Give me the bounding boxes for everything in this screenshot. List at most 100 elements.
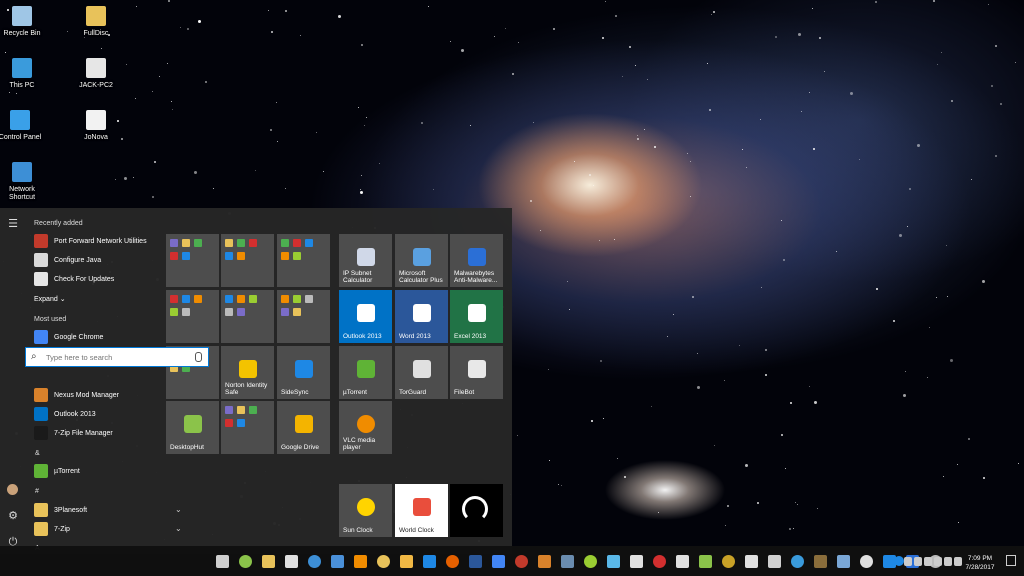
app-icon-5[interactable] xyxy=(699,555,712,568)
chevron-down-icon[interactable]: ⌄ xyxy=(175,524,182,533)
star xyxy=(739,345,740,346)
folder-tile[interactable] xyxy=(166,290,219,343)
edge-icon[interactable] xyxy=(423,555,436,568)
app-tile[interactable]: Malwarebytes Anti-Malware... xyxy=(450,234,503,287)
app-tile[interactable]: Norton Identity Safe xyxy=(221,346,274,399)
app-icon-10[interactable] xyxy=(860,555,873,568)
mail-icon[interactable] xyxy=(285,555,298,568)
app-tile[interactable]: World Clock xyxy=(395,484,448,537)
app-icon-9[interactable] xyxy=(837,555,850,568)
app-list-item-utorrent[interactable]: µTorrent xyxy=(34,463,184,479)
letter-header-amp[interactable]: & xyxy=(35,450,40,457)
airplane-icon[interactable] xyxy=(745,555,758,568)
star xyxy=(270,129,272,131)
app-tile[interactable]: Word 2013 xyxy=(395,290,448,343)
desktop-icon[interactable]: JoNova xyxy=(72,110,120,142)
app-tile[interactable]: FileBot xyxy=(450,346,503,399)
network-icon[interactable] xyxy=(308,555,321,568)
wifi-icon[interactable] xyxy=(944,557,952,566)
tray-icon-3[interactable] xyxy=(924,557,932,566)
app-tile[interactable]: TorGuard xyxy=(395,346,448,399)
tray-icon-2[interactable] xyxy=(914,557,922,566)
desktop-icon[interactable]: Control Panel xyxy=(0,110,44,142)
tray-icon-1[interactable] xyxy=(904,557,912,566)
app-list-item[interactable]: Port Forward Network Utilities xyxy=(34,233,184,249)
star xyxy=(512,73,514,75)
folder-icon[interactable] xyxy=(377,555,390,568)
app-tile[interactable]: Microsoft Calculator Plus xyxy=(395,234,448,287)
desktop-icon[interactable]: Recycle Bin xyxy=(0,6,46,38)
search-input[interactable] xyxy=(46,350,186,364)
desktop-icon[interactable]: JACK-PC2 xyxy=(72,58,120,90)
media-icon[interactable] xyxy=(400,555,413,568)
hamburger-menu-icon[interactable]: ☰ xyxy=(7,218,19,230)
app-tile[interactable]: Outlook 2013 xyxy=(339,290,392,343)
app-tile[interactable] xyxy=(450,484,503,537)
app-tile[interactable]: Google Drive xyxy=(277,401,330,454)
app-list-item[interactable]: 3Planesoft xyxy=(34,502,184,518)
nexus-icon[interactable] xyxy=(538,555,551,568)
folder-tile[interactable] xyxy=(166,234,219,287)
app-tile[interactable]: IP Subnet Calculator xyxy=(339,234,392,287)
word-icon[interactable] xyxy=(469,555,482,568)
most-used-heading: Most used xyxy=(34,316,67,323)
system-clock[interactable]: 7:09 PM 7/28/2017 xyxy=(960,554,1000,572)
task-view-icon[interactable] xyxy=(216,555,229,568)
app-icon-6[interactable] xyxy=(722,555,735,568)
folder-tile[interactable] xyxy=(277,234,330,287)
app-list-item[interactable]: Outlook 2013 xyxy=(34,406,184,422)
app-list-item[interactable]: Configure Java xyxy=(34,252,184,268)
app-list-item[interactable]: 7-Zip File Manager xyxy=(34,425,184,441)
app-list-item[interactable]: Nexus Mod Manager xyxy=(34,387,184,403)
app-list-item[interactable]: 7-Zip xyxy=(34,521,184,537)
app-icon-3[interactable] xyxy=(630,555,643,568)
folder-tile[interactable] xyxy=(221,401,274,454)
red-cross-icon[interactable] xyxy=(653,555,666,568)
expand-button[interactable]: Expand ⌄ xyxy=(34,295,66,303)
chrome-icon[interactable] xyxy=(492,555,505,568)
notification-center-icon[interactable] xyxy=(1006,555,1016,566)
desktop-icon[interactable]: Network Shortcut xyxy=(0,162,46,202)
folder-tile[interactable] xyxy=(221,290,274,343)
vlc-icon[interactable] xyxy=(354,555,367,568)
app-icon-2[interactable] xyxy=(584,555,597,568)
star xyxy=(667,336,668,337)
chevron-down-icon[interactable]: ⌄ xyxy=(175,505,182,514)
torguard-icon[interactable] xyxy=(768,555,781,568)
globe-icon[interactable] xyxy=(607,555,620,568)
app-tile[interactable]: SideSync xyxy=(277,346,330,399)
desktop-icon[interactable]: FullDisc xyxy=(72,6,120,38)
folder-tile-app-icon xyxy=(305,239,313,247)
app-tile[interactable]: DesktopHut xyxy=(166,401,219,454)
star xyxy=(624,476,626,478)
app-icon-4[interactable] xyxy=(676,555,689,568)
app-icon-8[interactable] xyxy=(814,555,827,568)
firefox-icon[interactable] xyxy=(446,555,459,568)
star xyxy=(428,6,429,7)
app-tile[interactable]: Excel 2013 xyxy=(450,290,503,343)
letter-header-hash[interactable]: # xyxy=(35,488,39,495)
app-list-item[interactable]: Check For Updates xyxy=(34,271,184,287)
folder-tile[interactable] xyxy=(277,290,330,343)
microphone-icon[interactable] xyxy=(195,352,202,362)
star xyxy=(760,119,761,120)
tray-icon-4[interactable] xyxy=(934,557,942,566)
file-explorer-icon[interactable] xyxy=(262,555,275,568)
port-forward-icon[interactable] xyxy=(515,555,528,568)
desktop-icon[interactable]: This PC xyxy=(0,58,46,90)
app-tile[interactable]: µTorrent xyxy=(339,346,392,399)
app-list-item[interactable]: Google Chrome xyxy=(34,329,184,345)
photos-icon[interactable] xyxy=(331,555,344,568)
help-icon[interactable] xyxy=(894,556,904,566)
app-tile[interactable]: Sun Clock xyxy=(339,484,392,537)
app-tile[interactable]: VLC media player xyxy=(339,401,392,454)
search-box[interactable]: ⌕ xyxy=(25,347,209,367)
app-icon[interactable] xyxy=(561,555,574,568)
user-avatar[interactable] xyxy=(7,484,18,495)
media-player-icon[interactable] xyxy=(239,555,252,568)
app-icon-7[interactable] xyxy=(791,555,804,568)
app-icon xyxy=(34,234,48,248)
settings-gear-icon[interactable]: ⚙ xyxy=(7,510,19,522)
star xyxy=(775,36,777,38)
folder-tile[interactable] xyxy=(221,234,274,287)
